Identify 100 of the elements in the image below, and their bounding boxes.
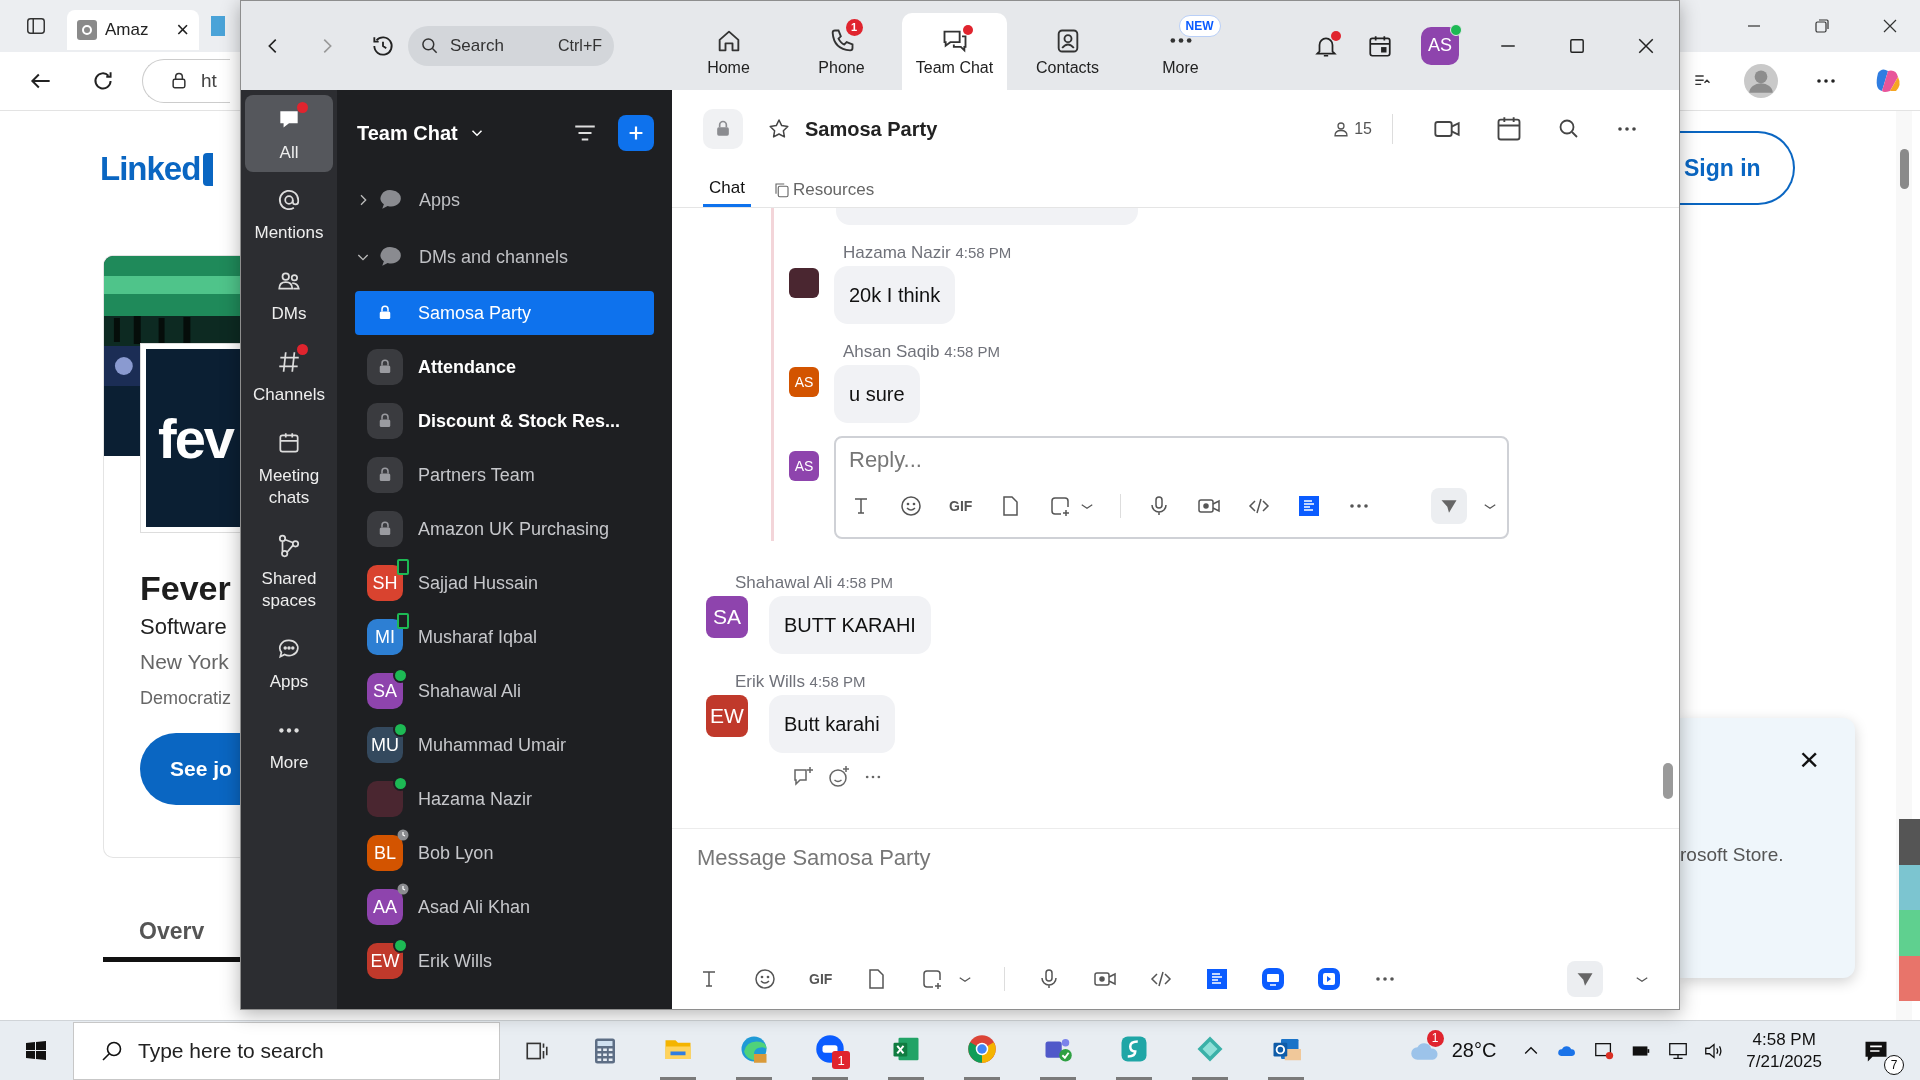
conversation-item[interactable]: BL Bob Lyon [355, 831, 654, 875]
conversation-item[interactable]: Samosa Party [355, 291, 654, 335]
conversation-item[interactable]: AA Asad Ali Khan [355, 885, 654, 929]
message-author: Erik Wills 4:58 PM [734, 672, 867, 692]
gif-button[interactable]: GIF [809, 971, 833, 987]
site-logo[interactable]: Linked [100, 150, 201, 188]
members-button[interactable]: 15 [1332, 120, 1372, 138]
restore-icon[interactable] [1814, 18, 1830, 34]
message-bubble: u sure [834, 365, 920, 423]
clock[interactable]: 4:58 PM 7/21/2025 [1746, 1028, 1822, 1073]
nav-rail-item[interactable]: DMs [245, 255, 333, 336]
nav-rail-item[interactable]: More [245, 704, 333, 785]
lock-icon [367, 403, 403, 439]
lock-icon [367, 349, 403, 385]
new-chat-button[interactable] [618, 115, 654, 151]
hash-icon [276, 349, 302, 375]
emoji-icon[interactable] [899, 494, 923, 518]
nav-tab[interactable]: Contacts [1015, 13, 1120, 90]
nav-tab[interactable]: 1 Phone [789, 13, 894, 90]
reply-bubble-icon[interactable] [791, 765, 815, 789]
shield-app-icon[interactable] [1119, 1034, 1149, 1064]
new-badge: NEW [1178, 14, 1221, 37]
conversation-item[interactable]: SH Sajjad Hussain [355, 561, 654, 605]
lock-icon [169, 71, 189, 91]
calendar-icon [276, 430, 302, 456]
message-author: Ahsan Saqib 4:58 PM [842, 342, 1001, 362]
nav-rail-item[interactable]: Mentions [245, 174, 333, 255]
avatar: MI [367, 619, 403, 655]
see-jobs-button[interactable]: See jo [140, 733, 240, 805]
company-name: Fever [140, 568, 231, 608]
scrollbar-thumb[interactable] [1663, 763, 1673, 799]
nav-rail-item[interactable]: Meeting chats [245, 417, 333, 520]
send-button[interactable] [1431, 488, 1467, 524]
conversation-item[interactable]: Discount & Stock Res... [355, 399, 654, 443]
gif-button[interactable]: GIF [949, 498, 973, 514]
conversation-item[interactable]: SA Shahawal Ali [355, 669, 654, 713]
document-icon[interactable] [1205, 967, 1230, 991]
lock-icon [703, 109, 743, 149]
close-icon[interactable] [1882, 18, 1898, 34]
count-badge: 7 [1884, 1054, 1904, 1075]
reply-field[interactable]: Reply... GIF [834, 436, 1509, 539]
popup-text: rosoft Store. [1680, 844, 1784, 866]
close-button[interactable]: × [1799, 742, 1819, 776]
message-author: Hazama Nazir 4:58 PM [842, 243, 1013, 263]
conversation-item[interactable]: MU Muhammad Umair [355, 723, 654, 767]
section-header[interactable]: DMs and channels [355, 240, 654, 274]
conversation-item[interactable]: Hazama Nazir [355, 777, 654, 821]
temperature-text[interactable]: 28°C [1451, 1039, 1497, 1062]
section-header[interactable]: Apps [355, 183, 654, 217]
avatar: SH [367, 565, 403, 601]
avatar: MU [367, 727, 403, 763]
avatar: BL [367, 835, 403, 871]
close-icon[interactable] [1637, 36, 1655, 55]
message-field[interactable]: Message Samosa Party GIF [672, 829, 1679, 1009]
search-field[interactable]: Search Ctrl+F [408, 25, 614, 66]
send-button[interactable] [1567, 961, 1603, 997]
user-avatar[interactable]: AS [1421, 26, 1459, 65]
chat-tab[interactable]: Resources [766, 172, 881, 207]
avatar: AA [367, 889, 403, 925]
person-icon [1332, 120, 1351, 138]
clip-icon[interactable] [1317, 967, 1342, 991]
conversation-item[interactable]: Amazon UK Purchasing [355, 507, 654, 551]
nav-rail-item[interactable]: Apps [245, 623, 333, 704]
copy-pages-icon [772, 180, 791, 199]
calendar-icon[interactable] [1495, 115, 1523, 143]
nav-tab[interactable]: Home [676, 13, 781, 90]
nav-rail-item[interactable]: All [245, 95, 333, 172]
chat-tab[interactable]: Chat [703, 172, 751, 207]
conversation-item[interactable]: EW Erik Wills [355, 939, 654, 983]
taskbar-search-field[interactable]: Type here to search [73, 1021, 500, 1080]
browser-icon[interactable] [739, 1034, 769, 1064]
avatar: EW [367, 943, 403, 979]
emoji-icon[interactable] [753, 967, 777, 991]
count-badge: 1 [832, 1051, 850, 1069]
panel-title[interactable]: Team Chat [357, 121, 458, 145]
sidebar-icon[interactable] [25, 15, 47, 37]
start-icon[interactable] [24, 1038, 48, 1063]
browser-tab[interactable]: Amaz × [67, 10, 199, 50]
avatar: AS [789, 451, 819, 481]
nav-rail-item[interactable]: Channels [245, 336, 333, 417]
avatar: SA [706, 596, 748, 638]
close-tab-button[interactable]: × [176, 17, 189, 43]
conversation-item[interactable]: Partners Team [355, 453, 654, 497]
document-icon[interactable] [1297, 494, 1322, 518]
conversation-item[interactable]: Attendance [355, 345, 654, 389]
whiteboard-icon[interactable] [1261, 967, 1286, 991]
nav-tab[interactable]: NEW More [1128, 13, 1233, 90]
avatar: SA [367, 673, 403, 709]
count-badge: 1 [845, 18, 863, 36]
message-author: Shahawal Ali 4:58 PM [734, 573, 894, 593]
chrome-icon[interactable] [967, 1034, 997, 1064]
nav-rail-item[interactable]: Shared spaces [245, 520, 333, 623]
avatar: EW [706, 695, 748, 737]
profile-avatar-icon[interactable] [1744, 64, 1778, 98]
maximize-icon[interactable] [1568, 36, 1586, 55]
star-icon[interactable] [767, 117, 791, 141]
nav-tab[interactable]: Team Chat [902, 13, 1007, 90]
conversation-item[interactable]: MI Musharaf Iqbal [355, 615, 654, 659]
add-reaction-icon[interactable] [827, 765, 851, 789]
industry-text: Software [140, 614, 227, 640]
